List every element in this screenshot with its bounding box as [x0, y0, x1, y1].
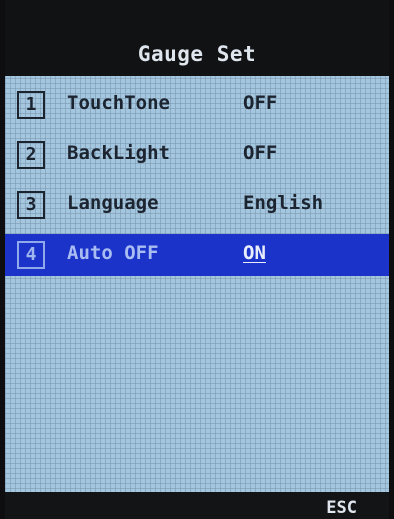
item-number-box: 1	[17, 91, 45, 119]
menu-item-value[interactable]: English	[243, 192, 323, 214]
esc-button[interactable]: ESC	[326, 498, 357, 518]
menu-item-backlight[interactable]: 2 BackLight OFF	[5, 134, 389, 176]
menu-item-label: Language	[67, 192, 159, 214]
menu-item-value[interactable]: ON	[243, 242, 266, 264]
menu-item-label: Auto OFF	[67, 242, 159, 264]
menu-item-value[interactable]: OFF	[243, 92, 277, 114]
menu-item-auto-off[interactable]: 4 Auto OFF ON	[5, 234, 389, 276]
menu-item-label: TouchTone	[67, 92, 170, 114]
lcd-screen: Gauge Set 1 TouchTone OFF 2 BackLight OF…	[5, 0, 389, 519]
menu-item-value[interactable]: OFF	[243, 142, 277, 164]
item-number-box: 4	[17, 241, 45, 269]
menu-item-touchtone[interactable]: 1 TouchTone OFF	[5, 84, 389, 126]
item-number-box: 2	[17, 141, 45, 169]
device-bezel: Gauge Set 1 TouchTone OFF 2 BackLight OF…	[0, 0, 394, 519]
menu-item-language[interactable]: 3 Language English	[5, 184, 389, 226]
menu-item-label: BackLight	[67, 142, 170, 164]
page-title: Gauge Set	[137, 42, 257, 66]
title-bar: Gauge Set	[5, 0, 389, 76]
bottom-bar: ESC	[5, 492, 389, 519]
item-number-box: 3	[17, 191, 45, 219]
